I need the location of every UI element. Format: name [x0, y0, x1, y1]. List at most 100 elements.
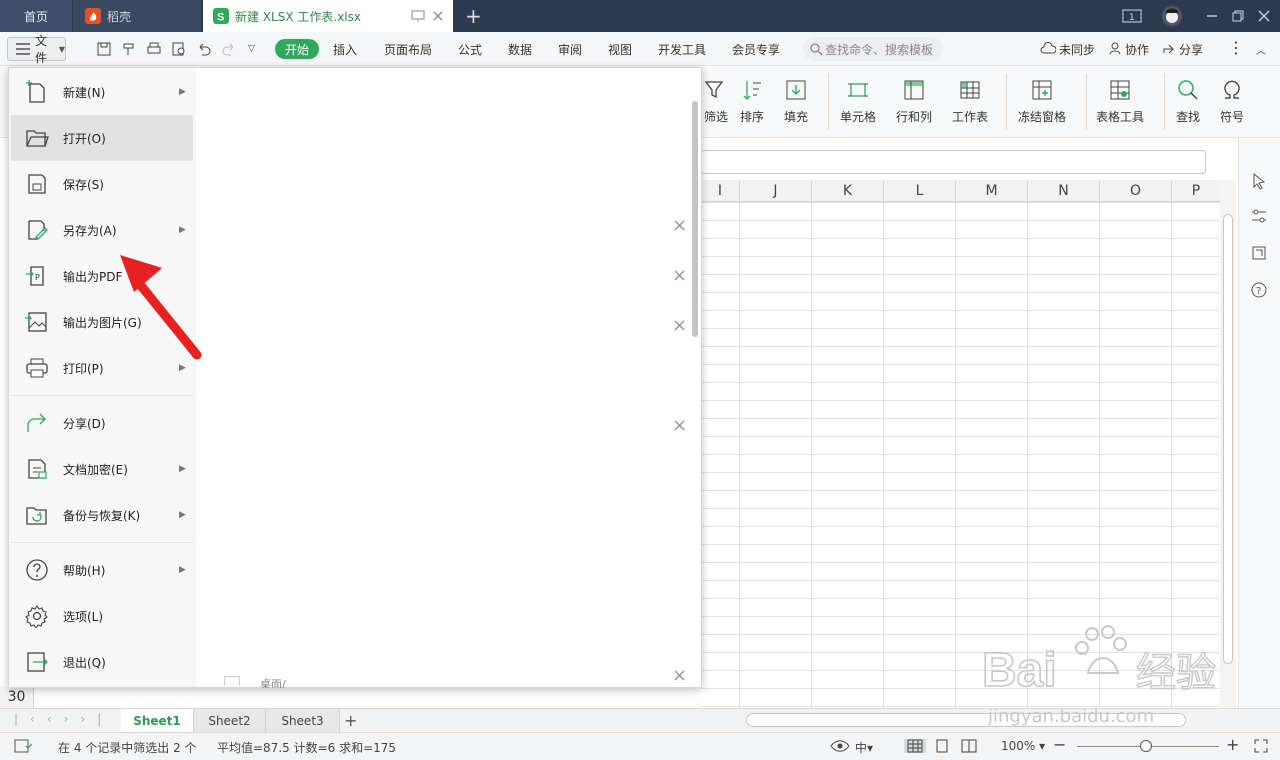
- menu-item-options[interactable]: 选项(L): [11, 593, 193, 639]
- window-count-icon[interactable]: 1: [1122, 8, 1142, 24]
- fill-button[interactable]: 填充: [784, 78, 808, 125]
- tab-insert[interactable]: 插入: [333, 41, 357, 58]
- minimize-icon[interactable]: [1204, 8, 1220, 24]
- column-header-l[interactable]: L: [883, 180, 955, 202]
- save-quick-icon[interactable]: [96, 41, 112, 57]
- filter-button[interactable]: 筛选: [700, 78, 728, 125]
- menu-item-save[interactable]: 保存(S): [11, 161, 193, 207]
- format-painter-icon[interactable]: [121, 41, 137, 57]
- page-break-view-icon[interactable]: [961, 739, 977, 753]
- menu-item-save-label: 保存(S): [63, 177, 104, 192]
- print-preview-icon[interactable]: [171, 41, 187, 57]
- command-search-input[interactable]: 查找命令、搜索模板: [803, 37, 943, 61]
- file-menu-button[interactable]: 文件 ▼: [7, 34, 66, 65]
- remove-recent-icon[interactable]: ×: [672, 665, 687, 686]
- input-method-icon[interactable]: 中▾: [855, 739, 873, 756]
- recent-path[interactable]: 桌面/: [260, 676, 286, 688]
- add-sheet-icon[interactable]: +: [344, 711, 357, 730]
- vertical-scroll-thumb[interactable]: [1223, 214, 1233, 664]
- column-header-k[interactable]: K: [811, 180, 883, 202]
- find-button[interactable]: 查找: [1176, 78, 1200, 125]
- new-tab-button[interactable]: +: [465, 4, 482, 28]
- formula-input[interactable]: [700, 150, 1206, 174]
- zoom-out-button[interactable]: −: [1053, 735, 1066, 754]
- ribbon-divider: [1006, 74, 1007, 130]
- tab-page-layout[interactable]: 页面布局: [384, 41, 432, 58]
- tab-formulas[interactable]: 公式: [458, 41, 482, 58]
- help-circle-icon[interactable]: ?: [1250, 281, 1268, 299]
- transform-icon[interactable]: [1250, 244, 1268, 262]
- quick-access-dropdown-icon[interactable]: ▽: [248, 44, 264, 60]
- more-icon[interactable]: ⋮: [1228, 38, 1244, 57]
- row-30[interactable]: [0, 686, 700, 708]
- column-header-p[interactable]: P: [1171, 180, 1220, 202]
- settings-sliders-icon[interactable]: [1250, 207, 1268, 225]
- fullscreen-icon[interactable]: [1254, 739, 1268, 753]
- sheet-navigation-icon[interactable]: |‹‹››|: [14, 712, 113, 726]
- tab-start[interactable]: 开始: [275, 39, 319, 59]
- tab-data[interactable]: 数据: [508, 41, 532, 58]
- column-header-n[interactable]: N: [1027, 180, 1099, 202]
- close-window-icon[interactable]: [1256, 8, 1272, 24]
- zoom-slider-handle[interactable]: [1140, 740, 1152, 752]
- print-quick-icon[interactable]: [146, 41, 162, 57]
- share-top-button[interactable]: 分享: [1162, 41, 1203, 58]
- remove-recent-icon[interactable]: ×: [672, 215, 687, 236]
- row-column-button[interactable]: 行和列: [896, 78, 932, 125]
- redo-icon[interactable]: [221, 41, 237, 57]
- submenu-arrow-icon: ▶: [179, 464, 186, 474]
- avatar[interactable]: [1162, 6, 1182, 26]
- status-check-icon[interactable]: [14, 738, 32, 754]
- zoom-in-button[interactable]: +: [1226, 735, 1239, 754]
- worksheet-label: 工作表: [952, 110, 989, 124]
- sheet-tab-2[interactable]: Sheet2: [194, 709, 266, 732]
- menu-item-exit[interactable]: 退出(Q): [11, 639, 193, 685]
- remove-recent-icon[interactable]: ×: [672, 415, 687, 436]
- row-header-30[interactable]: 30: [0, 686, 34, 708]
- undo-icon[interactable]: [196, 41, 212, 57]
- sync-button[interactable]: 未同步: [1040, 41, 1095, 58]
- sort-button[interactable]: 排序: [740, 78, 764, 125]
- save-icon: [28, 174, 46, 194]
- file-panel-scrollbar[interactable]: [692, 101, 698, 337]
- remove-recent-icon[interactable]: ×: [672, 315, 687, 336]
- tab-home[interactable]: 首页: [0, 0, 72, 32]
- column-header-j[interactable]: J: [739, 180, 811, 202]
- collapse-ribbon-icon[interactable]: ︿: [1256, 42, 1266, 57]
- table-tools-button[interactable]: 表格工具: [1096, 78, 1144, 125]
- menu-item-help[interactable]: 帮助(H) ▶: [11, 547, 193, 593]
- menu-item-share[interactable]: 分享(D): [11, 400, 193, 446]
- menu-item-encrypt[interactable]: 文档加密(E) ▶: [11, 446, 193, 492]
- tab-view[interactable]: 视图: [608, 41, 632, 58]
- zoom-level: 100%: [1001, 739, 1036, 753]
- normal-view-icon[interactable]: [904, 739, 926, 753]
- menu-item-backup[interactable]: 备份与恢复(K) ▶: [11, 492, 193, 538]
- tab-developer[interactable]: 开发工具: [658, 41, 706, 58]
- restore-icon[interactable]: [1230, 8, 1246, 24]
- eye-protection-icon[interactable]: [830, 739, 850, 753]
- menu-item-help-label: 帮助(H): [63, 563, 106, 578]
- remove-recent-icon[interactable]: ×: [672, 265, 687, 286]
- sheet-tab-1[interactable]: Sheet1: [121, 709, 194, 732]
- select-cursor-icon[interactable]: [1250, 172, 1268, 190]
- menu-item-new[interactable]: 新建(N) ▶: [11, 69, 193, 115]
- tab-review[interactable]: 审阅: [558, 41, 582, 58]
- freeze-panes-button[interactable]: 冻结窗格: [1018, 78, 1066, 125]
- column-header-m[interactable]: M: [955, 180, 1027, 202]
- menu-item-open[interactable]: 打开(O): [11, 115, 193, 161]
- page-layout-view-icon[interactable]: [935, 739, 949, 753]
- column-header-i[interactable]: I: [700, 180, 739, 202]
- column-header-o[interactable]: O: [1099, 180, 1171, 202]
- worksheet-button[interactable]: 工作表: [952, 78, 988, 125]
- cell-button[interactable]: 单元格: [840, 78, 876, 125]
- zoom-dropdown[interactable]: 100% ▾: [1001, 739, 1045, 753]
- symbol-button[interactable]: 符号: [1220, 78, 1244, 125]
- collaborate-button[interactable]: 协作: [1108, 41, 1149, 58]
- search-placeholder: 查找命令、搜索模板: [825, 42, 934, 57]
- tab-membership[interactable]: 会员专享: [732, 41, 780, 58]
- sheet-tab-3[interactable]: Sheet3: [266, 709, 340, 732]
- close-tab-icon[interactable]: [430, 8, 446, 24]
- tab-daoke[interactable]: 稻壳: [73, 0, 201, 32]
- menu-item-encrypt-label: 文档加密(E): [63, 462, 128, 477]
- pin-icon[interactable]: [410, 8, 426, 24]
